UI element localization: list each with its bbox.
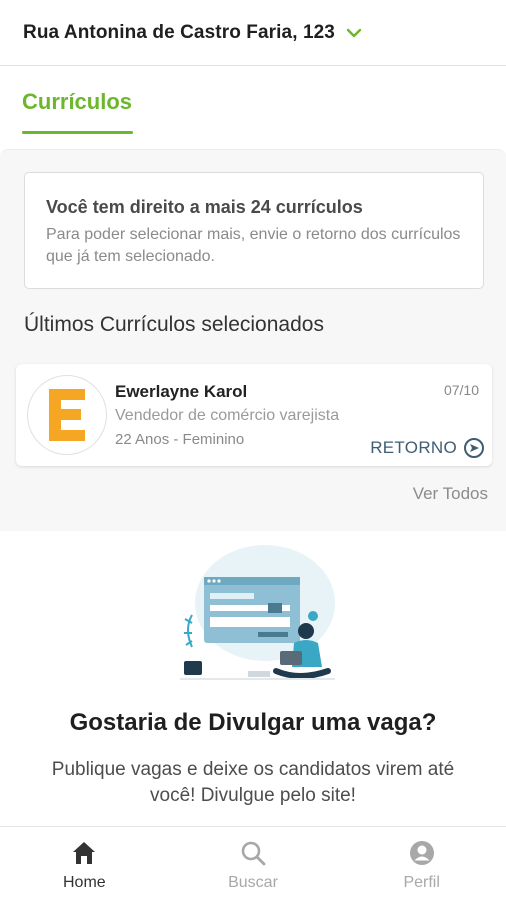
tab-curriculos[interactable]: Currículos (22, 89, 132, 115)
nav-profile[interactable]: Perfil (337, 827, 506, 900)
promo-text: Publique vagas e deixe os candidatos vir… (51, 759, 455, 806)
quota-notice: Você tem direito a mais 24 currículos Pa… (24, 172, 484, 289)
bottom-navigation: Home Buscar Perfil (0, 826, 506, 900)
avatar (27, 375, 107, 455)
tab-bar: Currículos (0, 67, 506, 149)
retorno-label: RETORNO (370, 438, 457, 457)
candidate-card[interactable]: Ewerlayne Karol Vendedor de comércio var… (16, 364, 492, 466)
nav-home-label: Home (62, 874, 106, 891)
profile-icon (409, 841, 434, 865)
address-text: Rua Antonina de Castro Faria, 123 (23, 21, 335, 43)
candidate-name: Ewerlayne Karol (115, 382, 248, 401)
notice-text: Para poder selecionar mais, envie o reto… (46, 226, 461, 265)
job-post-illustration (170, 543, 340, 693)
nav-search-label: Buscar (228, 874, 278, 891)
notice-title: Você tem direito a mais 24 currículos (46, 197, 363, 217)
nav-profile-label: Perfil (403, 874, 440, 891)
section-title: Últimos Currículos selecionados (24, 313, 324, 336)
view-all-link[interactable]: Ver Todos (413, 484, 488, 504)
search-icon (241, 841, 266, 866)
candidate-meta: 22 Anos - Feminino (115, 431, 245, 448)
location-selector[interactable]: Rua Antonina de Castro Faria, 123 (0, 0, 506, 66)
arrow-circle-icon (464, 438, 484, 458)
nav-home[interactable]: Home (0, 827, 169, 900)
retorno-button[interactable]: RETORNO (370, 437, 485, 459)
chevron-down-icon[interactable] (345, 24, 363, 42)
candidate-date: 07/10 (443, 382, 479, 398)
nav-search[interactable]: Buscar (169, 827, 338, 900)
promo-title: Gostaria de Divulgar uma vaga? (69, 709, 437, 736)
home-icon (73, 842, 96, 864)
tab-active-indicator (22, 131, 133, 134)
avatar-letter-icon (49, 389, 85, 441)
candidate-role: Vendedor de comércio varejista (115, 407, 340, 424)
